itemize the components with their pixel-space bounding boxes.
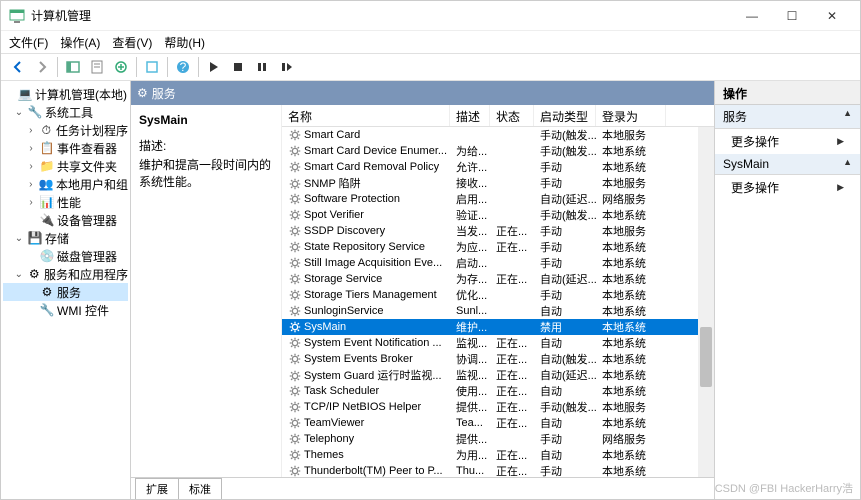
column-headers: 名称 描述 状态 启动类型 登录为 <box>282 105 714 127</box>
tree-storage[interactable]: ⌄💾存储 <box>3 229 128 247</box>
maximize-button[interactable]: ☐ <box>772 1 812 31</box>
actions-group-sysmain[interactable]: SysMain▲ <box>715 154 860 175</box>
content: 💻计算机管理(本地) ⌄🔧系统工具 ›⏱任务计划程序 ›📋事件查看器 ›📁共享文… <box>1 81 860 499</box>
tab-standard[interactable]: 标准 <box>178 478 222 499</box>
detail-desc-label: 描述: <box>139 137 273 154</box>
tree-local-users[interactable]: ›👥本地用户和组 <box>3 175 128 193</box>
chevron-right-icon: ▶ <box>837 136 844 147</box>
menu-action[interactable]: 操作(A) <box>60 34 100 51</box>
service-row[interactable]: Software Protection启用...自动(延迟...网络服务 <box>282 191 714 207</box>
stop-button[interactable] <box>227 56 249 78</box>
tree-event-viewer[interactable]: ›📋事件查看器 <box>3 139 128 157</box>
watermark: CSDN @FBI HackerHarry浩 <box>715 480 853 496</box>
detail-desc: 维护和提高一段时间内的系统性能。 <box>139 156 273 190</box>
detail-name: SysMain <box>139 113 273 127</box>
service-row[interactable]: Thunderbolt(TM) Peer to P...Thu...正在...手… <box>282 463 714 477</box>
chevron-up-icon: ▲ <box>843 108 852 125</box>
actions-more-2[interactable]: 更多操作▶ <box>715 175 860 200</box>
nav-tree: 💻计算机管理(本地) ⌄🔧系统工具 ›⏱任务计划程序 ›📋事件查看器 ›📁共享文… <box>1 81 131 499</box>
service-row[interactable]: System Events Broker协调...正在...自动(触发...本地… <box>282 351 714 367</box>
tree-shared-folders[interactable]: ›📁共享文件夹 <box>3 157 128 175</box>
help-button[interactable]: ? <box>172 56 194 78</box>
service-row[interactable]: Smart Card手动(触发...本地服务 <box>282 127 714 143</box>
scrollbar-thumb[interactable] <box>700 327 712 387</box>
window-title: 计算机管理 <box>31 7 732 24</box>
properties-button[interactable] <box>86 56 108 78</box>
actions-header: 操作 <box>715 81 860 105</box>
view-tabs: 扩展 标准 <box>131 477 714 499</box>
service-row[interactable]: Still Image Acquisition Eve...启动...手动本地系… <box>282 255 714 271</box>
chevron-up-icon: ▲ <box>843 157 852 171</box>
service-row[interactable]: TeamViewerTea...正在...自动本地系统 <box>282 415 714 431</box>
tree-device-manager[interactable]: 🔌设备管理器 <box>3 211 128 229</box>
tree-task-scheduler[interactable]: ›⏱任务计划程序 <box>3 121 128 139</box>
col-desc[interactable]: 描述 <box>450 105 490 126</box>
tree-wmi[interactable]: 🔧WMI 控件 <box>3 301 128 319</box>
service-row[interactable]: System Guard 运行时监视...监视...正在...自动(延迟...本… <box>282 367 714 383</box>
vertical-scrollbar[interactable] <box>698 127 714 477</box>
service-row[interactable]: SNMP 陷阱接收...手动本地服务 <box>282 175 714 191</box>
service-row[interactable]: Telephony提供...手动网络服务 <box>282 431 714 447</box>
center-pane: ⚙ 服务 SysMain 描述: 维护和提高一段时间内的系统性能。 名称 描述 … <box>131 81 715 499</box>
show-hide-button[interactable] <box>62 56 84 78</box>
gear-icon: ⚙ <box>137 86 148 100</box>
close-button[interactable]: ✕ <box>812 1 852 31</box>
service-row[interactable]: SysMain维护...禁用本地系统 <box>282 319 714 335</box>
rows-container: Smart Card手动(触发...本地服务Smart Card Device … <box>282 127 714 477</box>
service-row[interactable]: SunloginServiceSunl...自动本地系统 <box>282 303 714 319</box>
minimize-button[interactable]: — <box>732 1 772 31</box>
menubar: 文件(F) 操作(A) 查看(V) 帮助(H) <box>1 31 860 53</box>
service-row[interactable]: Spot Verifier验证...手动(触发...本地系统 <box>282 207 714 223</box>
service-row[interactable]: Storage Service为存...正在...自动(延迟...本地系统 <box>282 271 714 287</box>
service-row[interactable]: State Repository Service为应...正在...手动本地系统 <box>282 239 714 255</box>
service-row[interactable]: TCP/IP NetBIOS Helper提供...正在...手动(触发...本… <box>282 399 714 415</box>
svg-text:?: ? <box>180 60 187 74</box>
service-row[interactable]: Task Scheduler使用...正在...自动本地系统 <box>282 383 714 399</box>
col-name[interactable]: 名称 <box>282 105 450 126</box>
services-pane-header: ⚙ 服务 <box>131 81 714 105</box>
actions-group-services[interactable]: 服务▲ <box>715 105 860 129</box>
play-button[interactable] <box>203 56 225 78</box>
services-list: 名称 描述 状态 启动类型 登录为 Smart Card手动(触发...本地服务… <box>281 105 714 477</box>
chevron-right-icon: ▶ <box>837 182 844 193</box>
refresh-button[interactable] <box>141 56 163 78</box>
tree-root[interactable]: 💻计算机管理(本地) <box>3 85 128 103</box>
tree-disk-manager[interactable]: 💿磁盘管理器 <box>3 247 128 265</box>
col-status[interactable]: 状态 <box>490 105 534 126</box>
service-row[interactable]: Storage Tiers Management优化...手动本地系统 <box>282 287 714 303</box>
service-row[interactable]: Smart Card Device Enumer...为给...手动(触发...… <box>282 143 714 159</box>
tab-extended[interactable]: 扩展 <box>135 478 179 499</box>
actions-more-1[interactable]: 更多操作▶ <box>715 129 860 154</box>
service-row[interactable]: System Event Notification ...监视...正在...自… <box>282 335 714 351</box>
service-row[interactable]: SSDP Discovery当发...正在...手动本地服务 <box>282 223 714 239</box>
service-row[interactable]: Smart Card Removal Policy允许...手动本地系统 <box>282 159 714 175</box>
forward-button[interactable] <box>31 56 53 78</box>
export-button[interactable] <box>110 56 132 78</box>
tree-performance[interactable]: ›📊性能 <box>3 193 128 211</box>
tree-services[interactable]: ⚙服务 <box>3 283 128 301</box>
service-row[interactable]: Themes为用...正在...自动本地系统 <box>282 447 714 463</box>
tree-system-tools[interactable]: ⌄🔧系统工具 <box>3 103 128 121</box>
service-detail: SysMain 描述: 维护和提高一段时间内的系统性能。 <box>131 105 281 477</box>
pause-button[interactable] <box>251 56 273 78</box>
titlebar: 计算机管理 — ☐ ✕ <box>1 1 860 31</box>
menu-help[interactable]: 帮助(H) <box>164 34 205 51</box>
col-logon[interactable]: 登录为 <box>596 105 666 126</box>
restart-button[interactable] <box>275 56 297 78</box>
menu-file[interactable]: 文件(F) <box>9 34 48 51</box>
col-startup[interactable]: 启动类型 <box>534 105 596 126</box>
app-icon <box>9 8 25 24</box>
tree-services-apps[interactable]: ⌄⚙服务和应用程序 <box>3 265 128 283</box>
menu-view[interactable]: 查看(V) <box>112 34 152 51</box>
back-button[interactable] <box>7 56 29 78</box>
actions-pane: 操作 服务▲ 更多操作▶ SysMain▲ 更多操作▶ <box>715 81 860 499</box>
toolbar: ? <box>1 53 860 81</box>
